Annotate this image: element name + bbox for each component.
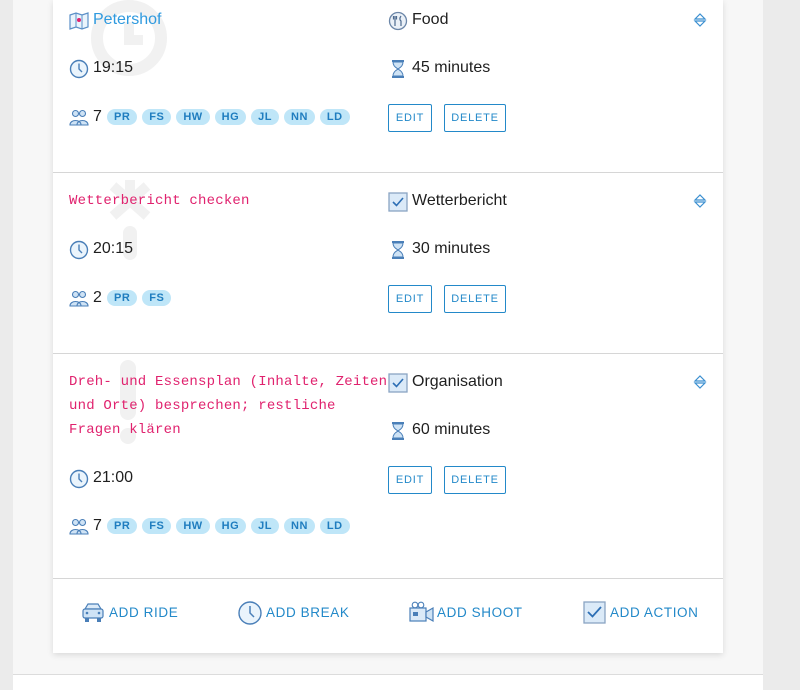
entry-title-line: Fragen klären bbox=[69, 422, 181, 438]
people-icon bbox=[69, 518, 89, 535]
food-icon bbox=[388, 11, 408, 31]
entry-duration: 45 minutes bbox=[412, 59, 491, 76]
hourglass-icon bbox=[392, 241, 404, 259]
people-icon bbox=[69, 109, 89, 126]
add-shoot-button[interactable]: ADD SHOOT bbox=[408, 600, 523, 626]
map-icon bbox=[69, 12, 89, 30]
edit-button[interactable]: EDIT bbox=[388, 285, 432, 313]
participant-badge: LD bbox=[319, 518, 350, 534]
schedule-entry: Petershof Food 19:15 45 minutes 7 PR FS … bbox=[53, 0, 723, 172]
camera-icon bbox=[409, 601, 434, 623]
participant-badge: FS bbox=[142, 290, 172, 306]
participant-badge: HW bbox=[176, 109, 210, 125]
clock-icon bbox=[69, 469, 89, 489]
add-break-button[interactable]: ADD BREAK bbox=[238, 600, 350, 626]
car-icon bbox=[82, 603, 104, 622]
participant-badge: PR bbox=[107, 518, 138, 534]
checkbox-icon bbox=[388, 192, 408, 212]
add-break-label: ADD BREAK bbox=[266, 605, 350, 620]
entry-duration: 60 minutes bbox=[412, 421, 491, 438]
clock-icon bbox=[69, 240, 89, 260]
entry-divider bbox=[53, 578, 723, 579]
entry-title: Wetterbericht checken bbox=[69, 193, 250, 209]
checkbox-icon bbox=[583, 601, 606, 624]
participant-badge: HW bbox=[176, 518, 210, 534]
next-panel-edge bbox=[13, 674, 763, 690]
entry-time: 20:15 bbox=[93, 240, 134, 257]
entry-category: Food bbox=[412, 11, 449, 28]
participant-count: 7 bbox=[93, 517, 102, 534]
participant-badge: NN bbox=[284, 109, 315, 125]
add-action-label: ADD ACTION bbox=[610, 605, 699, 620]
entry-title-line: Dreh- und Essensplan (Inhalte, Zeiten bbox=[69, 374, 388, 390]
participant-badge: JL bbox=[251, 518, 280, 534]
add-ride-button[interactable]: ADD RIDE bbox=[81, 600, 181, 626]
entry-duration: 30 minutes bbox=[412, 240, 491, 257]
entry-category: Wetterbericht bbox=[412, 192, 507, 209]
participant-badge: LD bbox=[319, 109, 350, 125]
participant-badge: NN bbox=[284, 518, 315, 534]
sort-icon[interactable] bbox=[693, 193, 707, 209]
entry-category: Organisation bbox=[412, 373, 503, 390]
participant-badge: HG bbox=[214, 518, 247, 534]
add-action-button[interactable]: ADD ACTION bbox=[583, 600, 703, 626]
entry-time: 21:00 bbox=[93, 469, 134, 486]
participant-badge: FS bbox=[142, 518, 172, 534]
add-shoot-label: ADD SHOOT bbox=[437, 605, 523, 620]
schedule-card: Petershof Food 19:15 45 minutes 7 PR FS … bbox=[53, 0, 723, 653]
participant-count: 7 bbox=[93, 108, 102, 125]
schedule-entry: Wetterbericht checken Wetterbericht 20:1… bbox=[53, 173, 723, 353]
participant-badge: PR bbox=[107, 290, 138, 306]
delete-button[interactable]: DELETE bbox=[444, 466, 506, 494]
participant-badge: HG bbox=[214, 109, 247, 125]
schedule-entry: Dreh- und Essensplan (Inhalte, Zeiten un… bbox=[53, 354, 723, 578]
participant-badge: FS bbox=[142, 109, 172, 125]
hourglass-icon bbox=[392, 60, 404, 78]
participant-badges: PR FS HW HG JL NN LD bbox=[107, 109, 350, 125]
participant-badge: PR bbox=[107, 109, 138, 125]
people-icon bbox=[69, 290, 89, 307]
participant-badge: JL bbox=[251, 109, 280, 125]
participant-badges: PR FS HW HG JL NN LD bbox=[107, 518, 350, 534]
entry-time: 19:15 bbox=[93, 59, 134, 76]
delete-button[interactable]: DELETE bbox=[444, 285, 506, 313]
entry-title-line: und Orte) besprechen; restliche bbox=[69, 398, 336, 414]
hourglass-icon bbox=[392, 422, 404, 440]
clock-icon bbox=[69, 59, 89, 79]
sort-icon[interactable] bbox=[693, 12, 707, 28]
add-ride-label: ADD RIDE bbox=[109, 605, 179, 620]
checkbox-icon bbox=[388, 373, 408, 393]
participant-badges: PR FS bbox=[107, 290, 172, 306]
sort-icon[interactable] bbox=[693, 374, 707, 390]
edit-button[interactable]: EDIT bbox=[388, 466, 432, 494]
participant-count: 2 bbox=[93, 289, 102, 306]
edit-button[interactable]: EDIT bbox=[388, 104, 432, 132]
entry-title-link[interactable]: Petershof bbox=[93, 10, 161, 30]
delete-button[interactable]: DELETE bbox=[444, 104, 506, 132]
clock-icon bbox=[238, 601, 262, 625]
